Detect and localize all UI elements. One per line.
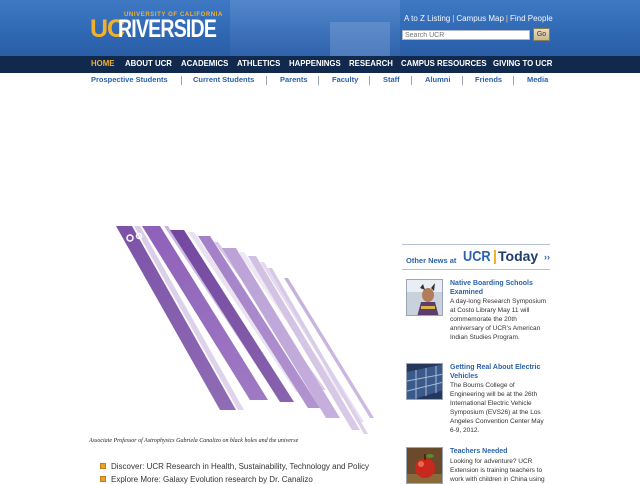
audience-divider <box>513 76 514 85</box>
bullet-icon <box>100 463 106 469</box>
audience-current-students[interactable]: Current Students <box>193 75 254 84</box>
site-header: UNIVERSITY OF CALIFORNIA UC RIVERSIDE A … <box>0 0 640 56</box>
nav-campus-resources[interactable]: CAMPUS RESOURCES <box>401 58 487 68</box>
solar-panel-photo-icon <box>407 364 442 399</box>
ucr-today-ucr-text: UCR <box>463 248 491 265</box>
news-thumbnail[interactable] <box>406 363 443 400</box>
link-find-people[interactable]: Find People <box>510 14 553 23</box>
audience-friends[interactable]: Friends <box>475 75 502 84</box>
ucr-today-divider <box>494 250 496 264</box>
search-input[interactable] <box>402 30 530 40</box>
hero-graphic <box>88 222 378 446</box>
discover-link[interactable]: Discover: UCR Research in Health, Sustai… <box>111 462 369 471</box>
audience-parents[interactable]: Parents <box>280 75 308 84</box>
main-navigation: HOME ABOUT UCR ACADEMICS ATHLETICS HAPPE… <box>0 56 640 73</box>
news-title[interactable]: Native Boarding Schools Examined <box>450 279 550 297</box>
nav-research[interactable]: RESEARCH <box>349 58 393 68</box>
hero-image[interactable] <box>88 222 378 446</box>
audience-divider <box>411 76 412 85</box>
audience-navigation: Prospective Students Current Students Pa… <box>0 73 640 89</box>
utility-links: A to Z Listing | Campus Map | Find People <box>404 14 553 23</box>
ucr-today-panel: Other News at UCR Today ›› Native Boardi… <box>402 244 550 484</box>
other-news-label: Other News at <box>406 256 457 265</box>
logo-riverside-text: RIVERSIDE <box>118 15 217 43</box>
native-dancer-photo-icon <box>407 280 442 315</box>
nav-home[interactable]: HOME <box>91 58 114 68</box>
audience-prospective-students[interactable]: Prospective Students <box>91 75 168 84</box>
news-title[interactable]: Teachers Needed <box>450 447 550 456</box>
hero-caption: Associate Professor of Astrophysics Gabr… <box>89 438 299 444</box>
nav-giving-to-ucr[interactable]: GIVING TO UCR <box>493 58 552 68</box>
news-body: The Bourns College of Engineering will b… <box>450 382 544 434</box>
hero-stripes <box>88 222 378 446</box>
link-campus-map[interactable]: Campus Map <box>456 14 504 23</box>
audience-alumni[interactable]: Alumni <box>425 75 450 84</box>
audience-divider <box>369 76 370 85</box>
audience-divider <box>462 76 463 85</box>
news-thumbnail[interactable] <box>406 279 443 316</box>
audience-divider <box>318 76 319 85</box>
audience-faculty[interactable]: Faculty <box>332 75 358 84</box>
bullet-icon <box>100 476 106 482</box>
apple-photo-icon <box>407 448 442 483</box>
nav-happenings[interactable]: HAPPENINGS <box>289 58 341 68</box>
nav-academics[interactable]: ACADEMICS <box>181 58 228 68</box>
nav-athletics[interactable]: ATHLETICS <box>237 58 280 68</box>
chevron-right-icon: ›› <box>544 252 550 262</box>
news-body: A day-long Research Symposium at Costo L… <box>450 298 547 341</box>
search-go-button[interactable]: Go <box>533 28 550 41</box>
panel-top-rule <box>402 244 550 245</box>
header-background-building-detail <box>330 22 390 56</box>
discover-link-row: Discover: UCR Research in Health, Sustai… <box>100 462 369 471</box>
audience-staff[interactable]: Staff <box>383 75 400 84</box>
ucr-today-today-text: Today <box>498 248 539 264</box>
news-title[interactable]: Getting Real About Electric Vehicles <box>450 363 550 381</box>
nav-about-ucr[interactable]: ABOUT UCR <box>125 58 172 68</box>
hero-overlay <box>88 222 378 446</box>
panel-header-rule <box>402 269 550 270</box>
audience-media[interactable]: Media <box>527 75 548 84</box>
link-a-to-z[interactable]: A to Z Listing <box>404 14 450 23</box>
audience-divider <box>266 76 267 85</box>
audience-divider <box>181 76 182 85</box>
news-thumbnail[interactable] <box>406 447 443 484</box>
